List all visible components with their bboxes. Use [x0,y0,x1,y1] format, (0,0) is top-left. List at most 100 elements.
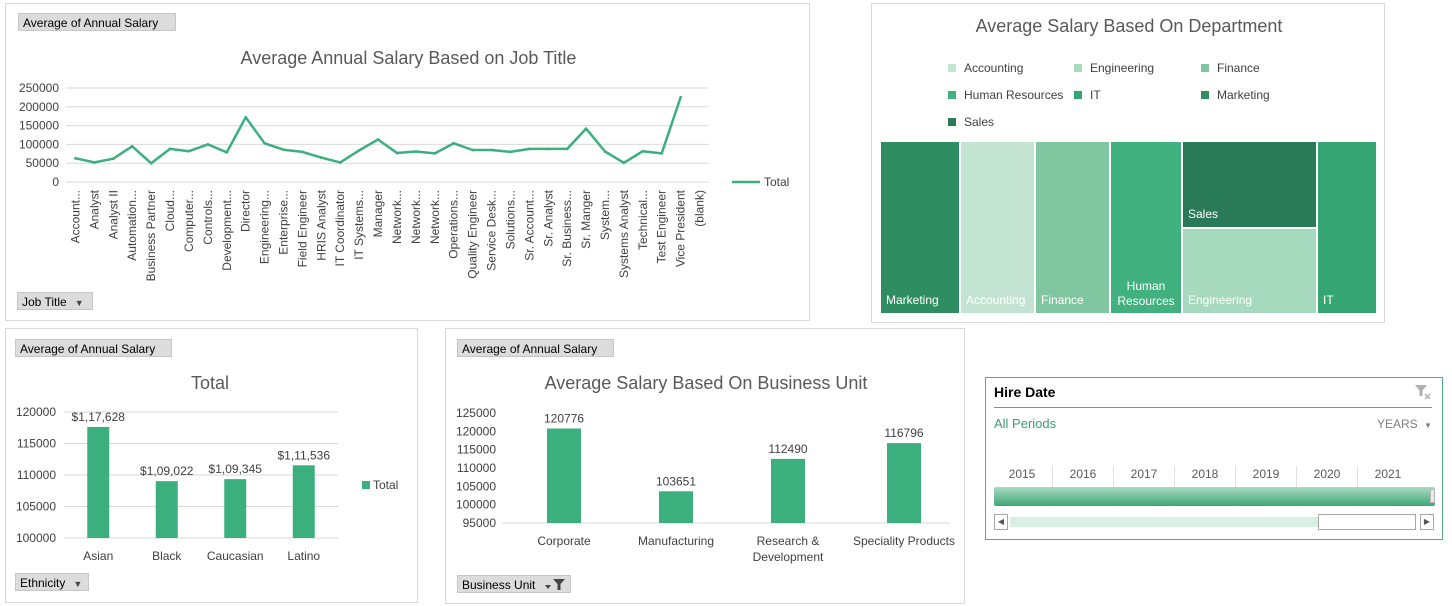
data-point [74,156,77,160]
business-unit-axis-label: Business Unit [462,578,536,592]
legend-item: Accounting [948,61,1023,75]
y-tick-label: 125000 [456,406,496,420]
legend-label: Human Resources [964,88,1064,102]
y-tick-label: 100000 [16,531,56,545]
x-tick-label: Systems Analyst [617,189,631,278]
year-label[interactable]: 2015 [994,467,1050,481]
x-tick-label: Field Engineer [295,190,309,267]
x-tick-label: Business Partner [144,190,158,281]
x-tick-label: Test Engineer [655,190,669,263]
data-point [149,161,153,165]
data-point [452,141,456,145]
time-level-selector[interactable]: YEARS ▼ [1377,417,1432,431]
year-label[interactable]: 2019 [1238,467,1294,481]
year-label[interactable]: 2017 [1116,467,1172,481]
scroll-right-button[interactable]: ▶ [1420,514,1434,530]
legend-item: Sales [948,115,994,129]
legend-label: Marketing [1217,88,1270,102]
timeline-bar[interactable] [994,487,1435,506]
legend-label: Sales [964,115,995,129]
legend-label-total: Total [764,175,789,189]
x-tick-label: Research & [757,534,820,548]
data-label: 112490 [768,442,807,456]
job-title-axis-field-button[interactable]: Job Title ▼ [17,292,93,310]
slicer-title-underline [994,407,1432,408]
filter-dropdown-icon [545,579,565,590]
treemap-tile[interactable]: Marketing [880,141,960,314]
data-point [395,151,399,155]
legend-swatch [362,481,370,489]
legend-item: Engineering [1074,61,1154,75]
business-unit-axis-field-button[interactable]: Business Unit [457,575,571,593]
treemap-tile-label: Accounting [966,293,1026,307]
legend-item: Finance [1201,61,1260,75]
data-point [509,150,512,154]
legend-swatch [948,118,956,126]
hire-date-timeline-slicer[interactable]: Hire Date All Periods YEARS ▼ 2015 2016 20… [985,377,1443,540]
legend-label: IT [1090,88,1101,102]
treemap-tile[interactable]: Human Resources [1110,141,1182,314]
x-tick-label: IT Systems... [352,190,366,260]
data-point [679,96,683,99]
year-label[interactable]: 2020 [1299,467,1355,481]
treemap-tile[interactable]: Engineering [1182,228,1317,314]
business-unit-bar-chart: 95000 100000 105000 110000 115000 120000 12500… [456,406,955,564]
scroll-thumb[interactable] [1318,514,1416,530]
treemap-tile[interactable]: Accounting [960,141,1035,314]
data-point [565,147,569,151]
treemap-tile-label: Human Resources [1117,279,1175,308]
data-label: $1,11,536 [278,448,331,462]
x-tick-label: Controls... [201,190,215,245]
bar [155,481,178,538]
legend-item: Human Resources [948,88,1063,102]
data-point [338,161,342,164]
department-chart-title: Average Salary Based On Department [975,16,1283,36]
year-label[interactable]: 2018 [1177,467,1233,481]
treemap-tile-label: Engineering [1188,293,1253,307]
treemap-tile[interactable]: Sales [1182,141,1317,228]
treemap-tile-label: Finance [1041,293,1084,307]
timeline-scrollbar[interactable]: ◀ ▶ [994,514,1436,530]
ethnicity-axis-label: Ethnicity [20,576,66,590]
legend-label: Finance [1217,61,1260,75]
x-tick-label: Vice President [674,189,688,267]
x-tick-label: Sr. Analyst [541,189,555,246]
data-point [490,148,493,152]
x-tick-label: Solutions... [503,190,517,249]
data-point [282,148,285,152]
ethnicity-axis-field-button[interactable]: Ethnicity ▼ [15,573,89,591]
year-label[interactable]: 2016 [1055,467,1111,481]
clear-filter-icon[interactable] [1414,383,1432,401]
data-point [319,156,323,159]
data-label: 116796 [884,426,923,440]
ethnicity-bar-chart: 100000 105000 110000 115000 120000 $1,17,628 A… [16,405,398,563]
x-tick-label: IT Coordinator [333,190,347,266]
scroll-left-button[interactable]: ◀ [994,514,1008,530]
data-point [300,150,304,154]
bar [224,479,247,538]
treemap-tile[interactable]: IT [1317,141,1377,314]
data-point [433,152,437,155]
job-title-axis-label: Job Title [22,295,67,309]
year-label[interactable]: 2021 [1360,467,1416,481]
x-tick-label: Black [152,549,182,563]
treemap-tile[interactable]: Finance [1035,141,1110,314]
data-point [130,144,134,148]
x-tick-label: Analyst [87,189,101,229]
data-point [187,149,191,153]
data-label: 103651 [656,474,696,488]
x-tick-label: Enterprise... [276,190,290,255]
job-title-chart-panel: Average of Annual Salary Average Annual … [5,3,810,321]
data-label: $1,09,022 [140,464,194,478]
dropdown-arrow-icon: ▼ [74,298,84,308]
x-tick-label: Network... [428,190,442,244]
y-tick-label: 250000 [19,81,59,95]
bar [292,465,315,538]
x-tick-label: Speciality Products [853,534,955,548]
y-tick-label: 115000 [17,437,56,451]
data-label: $1,17,628 [72,410,126,424]
legend-swatch [1074,64,1082,72]
timeline-bar-handle[interactable] [1430,489,1435,503]
chevron-down-icon: ▼ [1424,421,1432,430]
legend-label: Accounting [964,61,1024,75]
